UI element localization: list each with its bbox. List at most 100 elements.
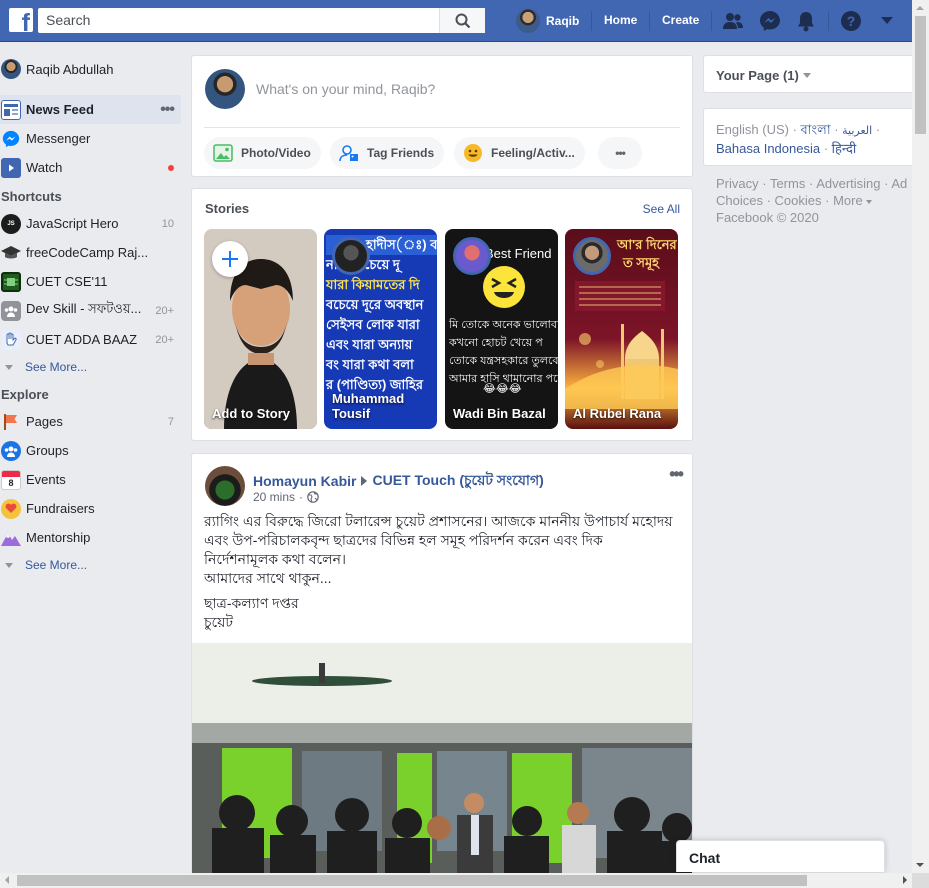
sidebar-item-label: Groups — [26, 443, 69, 458]
scrollbar-thumb[interactable] — [17, 875, 807, 886]
scroll-down-arrow-icon[interactable] — [916, 863, 924, 867]
story-card[interactable]: হাদীস(ঃ) বলেছেন নাম সবচেয়ে দূ যারা কিয়… — [324, 229, 437, 429]
story-name: Muhammad Tousif — [332, 391, 405, 421]
post-options-icon[interactable]: ••• — [669, 464, 684, 485]
create-post-prompt[interactable]: What's on your mind, Raqib? — [256, 81, 435, 97]
feeling-activity-button[interactable]: Feeling/Activ... — [454, 137, 585, 169]
sidebar-item-dev-skill[interactable]: Dev Skill - সফটওয়... 20+ — [0, 296, 182, 325]
search-button[interactable] — [439, 8, 485, 33]
your-page-card[interactable]: Your Page (1) — [703, 55, 915, 93]
avatar — [573, 237, 611, 275]
sidebar-item-cuet-adda-baaz[interactable]: CUET ADDA BAAZ 20+ — [0, 325, 182, 354]
mentorship-mountain-icon — [1, 528, 21, 548]
more-options-icon: ••• — [615, 146, 626, 160]
language-bangla[interactable]: বাংলা — [801, 122, 831, 137]
story-card-add[interactable]: Add to Story — [204, 229, 317, 429]
scrollbar-thumb[interactable] — [915, 16, 926, 134]
footer-link-terms[interactable]: Terms — [770, 176, 805, 191]
sidebar-item-pages[interactable]: Pages 7 — [0, 407, 182, 436]
footer-link-cookies[interactable]: Cookies — [775, 193, 822, 208]
post-text-paragraph: র‍্যাগিং এর বিরুদ্ধে জিরো টলারেন্স চুয়ে… — [204, 513, 673, 567]
help-icon[interactable]: ? — [840, 10, 862, 32]
your-page-title: Your Page (1) — [716, 68, 811, 83]
explore-see-more-link[interactable]: See More... — [0, 552, 182, 578]
create-link[interactable]: Create — [662, 13, 699, 27]
group-icon — [1, 300, 21, 321]
see-more-label: See More... — [25, 558, 88, 572]
sidebar-item-mentorship[interactable]: Mentorship — [0, 523, 182, 552]
messenger-icon — [1, 129, 21, 149]
sidebar-item-watch[interactable]: Watch — [0, 153, 182, 182]
sidebar-item-events[interactable]: 8 Events — [0, 465, 182, 494]
avatar — [332, 237, 370, 275]
notifications-bell-icon[interactable] — [795, 10, 817, 32]
messenger-icon[interactable] — [759, 10, 781, 32]
language-row: English (US) · বাংলা · العربية · — [716, 122, 881, 137]
laughing-emoji-icon — [483, 266, 525, 308]
scrollbar-corner — [912, 873, 929, 888]
horizontal-scrollbar[interactable] — [0, 873, 912, 888]
language-arabic[interactable]: العربية — [842, 125, 872, 137]
chevron-down-icon — [5, 364, 13, 370]
more-options-icon[interactable]: ••• — [160, 101, 175, 119]
post-text-paragraph: চুয়েট — [204, 614, 234, 630]
post-author-link[interactable]: Homayun Kabir — [253, 473, 356, 489]
story-name: Add to Story — [212, 406, 290, 421]
globe-icon[interactable] — [307, 491, 319, 503]
shortcuts-see-more-link[interactable]: See More... — [0, 354, 182, 380]
more-options-button[interactable]: ••• — [598, 137, 642, 169]
profile-link[interactable]: Raqib — [516, 9, 579, 33]
sidebar-item-groups[interactable]: Groups — [0, 436, 182, 465]
top-navigation-bar: f Raqib Home Create ? — [0, 0, 912, 42]
story-text-line: কখনো হোচট খেয়ে প — [449, 337, 543, 349]
story-name: Wadi Bin Bazal — [453, 406, 546, 421]
post-text-paragraph: ছাত্র-কল্যাণ দপ্তর — [204, 595, 299, 611]
story-card[interactable]: Best Friend মি তোকে অনেক ভালোবা কখনো হোচ… — [445, 229, 558, 429]
tag-friends-button[interactable]: Tag Friends — [330, 137, 445, 169]
sidebar-item-label: Mentorship — [26, 530, 91, 545]
language-english[interactable]: English (US) — [716, 122, 789, 137]
post-group-link[interactable]: CUET Touch (চুয়েট সংযোগ) — [372, 469, 543, 493]
sidebar-item-news-feed[interactable]: News Feed ••• — [0, 95, 181, 124]
sidebar-item-label: Fundraisers — [26, 501, 95, 516]
scroll-up-arrow-icon[interactable] — [916, 6, 924, 10]
avatar — [453, 237, 491, 275]
groups-icon — [1, 440, 21, 461]
vertical-scrollbar[interactable] — [912, 0, 929, 873]
sidebar-item-label: Raqib Abdullah — [26, 61, 114, 77]
photo-video-label: Photo/Video — [241, 146, 311, 160]
sidebar-item-cuet-cse11[interactable]: CUET CSE'11 — [0, 267, 182, 296]
chat-sidebar-toggle[interactable]: Chat — [676, 840, 885, 872]
facebook-logo-icon[interactable]: f — [9, 8, 33, 32]
story-card[interactable]: আ'র দিনের ত সমূহ Al Rubel Rana — [565, 229, 678, 429]
friend-requests-icon[interactable] — [722, 10, 744, 32]
tag-friends-label: Tag Friends — [367, 146, 435, 160]
post-timestamp-link[interactable]: 20 mins — [253, 490, 295, 504]
avatar[interactable] — [205, 466, 245, 506]
sidebar-item-label: News Feed — [26, 102, 94, 117]
language-hindi[interactable]: हिन्दी — [832, 141, 857, 156]
shortcuts-header: Shortcuts — [1, 189, 62, 204]
sidebar-item-fundraisers[interactable]: Fundraisers — [0, 494, 182, 523]
sidebar-item-javascript-hero[interactable]: JS JavaScript Hero 10 — [0, 209, 182, 238]
photo-video-button[interactable]: Photo/Video — [204, 137, 321, 169]
footer-link-more[interactable]: More — [833, 193, 873, 208]
sidebar-item-freecodecamp[interactable]: freeCodeCamp Raj... — [0, 238, 182, 267]
scroll-right-arrow-icon[interactable] — [903, 876, 907, 884]
stories-see-all-link[interactable]: See All — [643, 202, 680, 216]
search-icon — [455, 13, 470, 28]
language-indonesian[interactable]: Bahasa Indonesia — [716, 141, 820, 156]
scroll-left-arrow-icon[interactable] — [5, 876, 9, 884]
flag-icon — [1, 412, 21, 432]
post-photo[interactable] — [192, 643, 692, 882]
group-of-students-photo — [192, 643, 692, 882]
footer-link-advertising[interactable]: Advertising — [816, 176, 880, 191]
add-story-plus-icon[interactable] — [212, 241, 248, 277]
sidebar-item-label: Events — [26, 472, 66, 487]
sidebar-item-messenger[interactable]: Messenger — [0, 124, 182, 153]
home-link[interactable]: Home — [604, 13, 637, 27]
footer-link-privacy[interactable]: Privacy — [716, 176, 759, 191]
sidebar-item-profile[interactable]: Raqib Abdullah — [0, 56, 182, 82]
account-menu-chevron-down-icon[interactable] — [876, 10, 898, 32]
search-input[interactable] — [46, 12, 426, 28]
